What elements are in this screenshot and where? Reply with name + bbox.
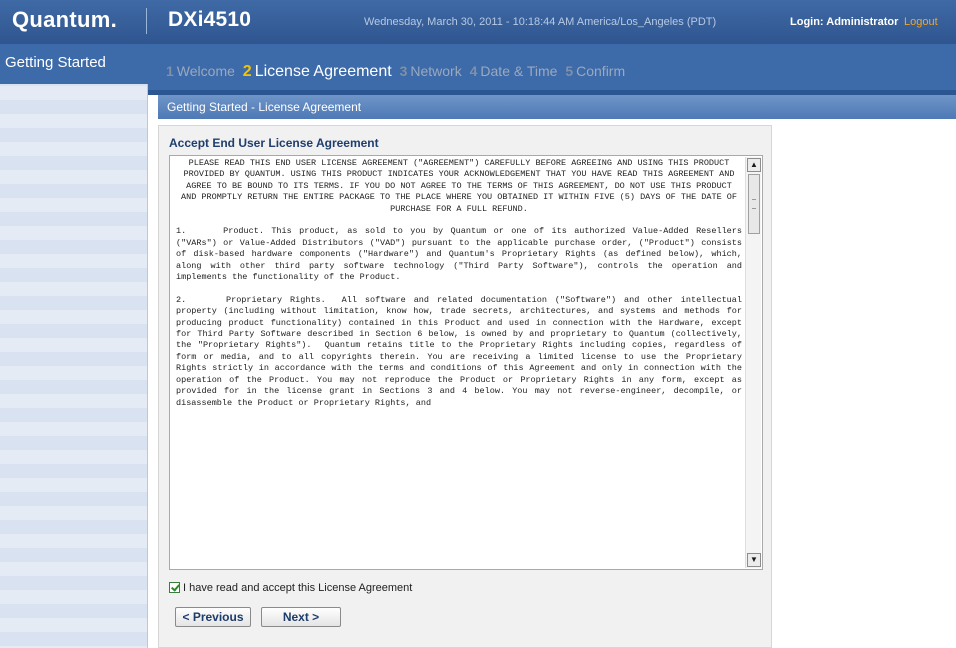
step-number: 5 <box>565 63 574 79</box>
step-label: Network <box>410 63 462 79</box>
logout-link[interactable]: Logout <box>904 16 938 28</box>
brand-area: Quantum. <box>0 0 148 44</box>
step-label: Confirm <box>576 63 626 79</box>
left-sidebar: Getting Started <box>0 44 148 648</box>
previous-button[interactable]: < Previous <box>175 607 251 627</box>
system-datetime: Wednesday, March 30, 2011 - 10:18:44 AM … <box>364 16 717 28</box>
wizard-steps: 1 Welcome 2 License Agreement 3 Network 4 Da… <box>166 63 629 81</box>
step-date-time[interactable]: 4 Date & Time <box>470 63 558 79</box>
step-number: 3 <box>399 63 408 79</box>
eula-text: PLEASE READ THIS END USER LICENSE AGREEM… <box>176 158 742 420</box>
accept-row: I have read and accept this License Agre… <box>169 582 412 594</box>
scroll-down-arrow-icon[interactable]: ▼ <box>747 553 761 567</box>
step-confirm[interactable]: 5 Confirm <box>565 63 625 79</box>
sidebar-item-getting-started[interactable]: Getting Started <box>0 44 148 84</box>
scroll-thumb[interactable] <box>748 174 760 234</box>
step-label: License Agreement <box>254 63 392 80</box>
scroll-up-arrow-icon[interactable]: ▲ <box>747 158 761 172</box>
eula-textarea[interactable]: PLEASE READ THIS END USER LICENSE AGREEM… <box>169 155 763 570</box>
eula-paragraph: 1. Product. This product, as sold to you… <box>176 226 742 283</box>
top-header: Quantum. DXi4510 Wednesday, March 30, 20… <box>0 0 956 44</box>
wizard-step-bar: 1 Welcome 2 License Agreement 3 Network 4 Da… <box>148 44 956 90</box>
product-name: DXi4510 <box>168 8 252 31</box>
step-network[interactable]: 3 Network <box>400 63 462 79</box>
next-button[interactable]: Next > <box>261 607 341 627</box>
accept-checkbox[interactable] <box>169 582 180 593</box>
eula-paragraph: 2. Proprietary Rights. All software and … <box>176 294 742 408</box>
step-welcome[interactable]: 1 Welcome <box>166 63 235 79</box>
license-panel: Accept End User License Agreement PLEASE… <box>158 125 772 648</box>
step-license-agreement[interactable]: 2 License Agreement <box>243 63 392 81</box>
eula-paragraph: PLEASE READ THIS END USER LICENSE AGREEM… <box>181 158 743 214</box>
step-label: Welcome <box>176 63 235 79</box>
step-number: 2 <box>242 63 252 80</box>
header-divider <box>146 8 147 34</box>
app-window: Quantum. DXi4510 Wednesday, March 30, 20… <box>0 0 956 648</box>
section-title: Getting Started - License Agreement <box>158 95 956 119</box>
quantum-logo: Quantum. <box>12 7 118 32</box>
step-label: Date & Time <box>480 63 558 79</box>
panel-title: Accept End User License Agreement <box>169 136 379 150</box>
accept-label[interactable]: I have read and accept this License Agre… <box>183 582 412 594</box>
step-number: 4 <box>469 63 478 79</box>
step-number: 1 <box>166 63 174 79</box>
login-user: Login: Administrator <box>790 16 899 28</box>
eula-scrollbar[interactable]: ▲ ▼ <box>745 157 761 568</box>
